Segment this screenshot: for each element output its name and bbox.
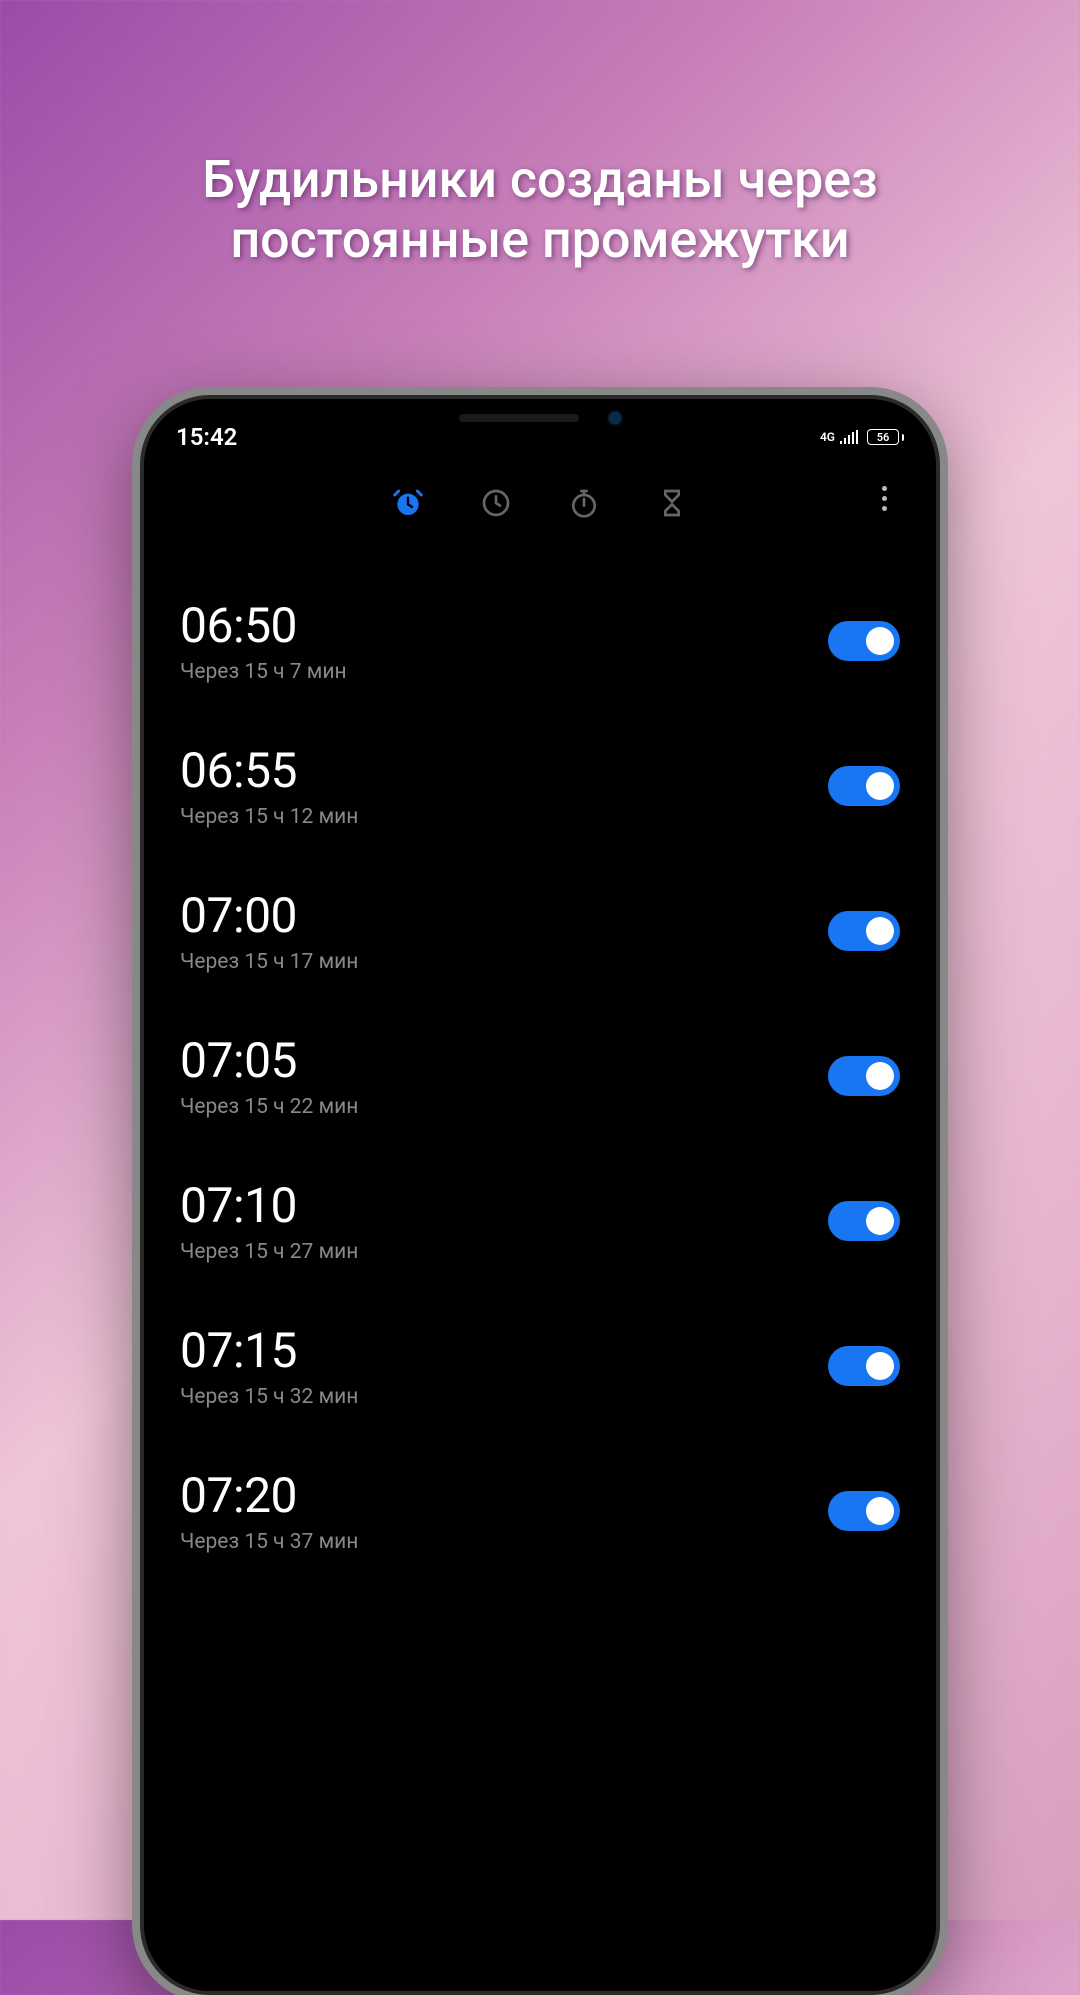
toggle-knob [866,772,894,800]
alarm-item[interactable]: 07:05 Через 15 ч 22 мин [172,1012,908,1157]
alarm-time: 06:50 [180,597,347,654]
alarm-time: 07:20 [180,1467,358,1524]
alarm-toggle[interactable] [828,1346,900,1386]
clock-icon [480,487,512,519]
alarm-icon [392,487,424,519]
tab-stopwatch[interactable] [566,485,602,521]
tab-bar [172,457,908,539]
front-camera [609,412,621,424]
more-icon [882,506,887,511]
alarm-time: 07:10 [180,1177,358,1234]
speaker [459,414,579,422]
toggle-knob [866,627,894,655]
alarm-item[interactable]: 07:10 Через 15 ч 27 мин [172,1157,908,1302]
battery-indicator: 56 [867,429,904,445]
alarm-toggle[interactable] [828,1056,900,1096]
phone-frame: 15:42 4G 56 [140,395,940,1995]
alarm-toggle[interactable] [828,1201,900,1241]
alarm-subtitle: Через 15 ч 27 мин [180,1240,358,1264]
status-time: 15:42 [176,423,237,451]
alarm-texts: 07:10 Через 15 ч 27 мин [180,1177,358,1264]
alarm-texts: 06:55 Через 15 ч 12 мин [180,742,358,829]
alarm-texts: 07:00 Через 15 ч 17 мин [180,887,358,974]
tab-timer[interactable] [654,485,690,521]
signal-icon [839,430,859,444]
status-right: 4G 56 [820,429,904,445]
hourglass-icon [656,487,688,519]
alarm-toggle[interactable] [828,766,900,806]
alarm-texts: 07:15 Через 15 ч 32 мин [180,1322,358,1409]
alarm-time: 07:00 [180,887,358,944]
alarm-time: 06:55 [180,742,358,799]
alarm-subtitle: Через 15 ч 37 мин [180,1530,358,1554]
promo-title: Будильники созданы через постоянные пром… [0,150,1080,270]
tab-clock[interactable] [478,485,514,521]
tab-alarm[interactable] [390,485,426,521]
alarm-subtitle: Через 15 ч 12 мин [180,805,358,829]
network-type: 4G [820,430,835,444]
alarm-subtitle: Через 15 ч 22 мин [180,1095,358,1119]
toggle-knob [866,1497,894,1525]
alarm-subtitle: Через 15 ч 17 мин [180,950,358,974]
toggle-knob [866,1352,894,1380]
alarm-texts: 07:05 Через 15 ч 22 мин [180,1032,358,1119]
alarm-toggle[interactable] [828,1491,900,1531]
alarm-toggle[interactable] [828,911,900,951]
alarm-list[interactable]: 06:50 Через 15 ч 7 мин 06:55 Через 15 ч 12 … [172,539,908,1592]
alarm-texts: 06:50 Через 15 ч 7 мин [180,597,347,684]
network-icons: 4G [820,430,859,444]
more-icon [882,486,887,491]
alarm-time: 07:05 [180,1032,358,1089]
toggle-knob [866,1207,894,1235]
phone-notch [380,399,700,437]
battery-tip [902,434,904,441]
stopwatch-icon [568,487,600,519]
alarm-item[interactable]: 07:20 Через 15 ч 37 мин [172,1447,908,1592]
battery-level: 56 [867,429,899,445]
alarm-texts: 07:20 Через 15 ч 37 мин [180,1467,358,1554]
phone-screen: 15:42 4G 56 [144,399,936,1991]
more-icon [882,496,887,501]
alarm-time: 07:15 [180,1322,358,1379]
toggle-knob [866,1062,894,1090]
alarm-subtitle: Через 15 ч 32 мин [180,1385,358,1409]
alarm-item[interactable]: 06:50 Через 15 ч 7 мин [172,577,908,722]
alarm-toggle[interactable] [828,621,900,661]
more-button[interactable] [868,478,900,518]
alarm-item[interactable]: 06:55 Через 15 ч 12 мин [172,722,908,867]
toggle-knob [866,917,894,945]
alarm-subtitle: Через 15 ч 7 мин [180,660,347,684]
alarm-item[interactable]: 07:15 Через 15 ч 32 мин [172,1302,908,1447]
alarm-item[interactable]: 07:00 Через 15 ч 17 мин [172,867,908,1012]
